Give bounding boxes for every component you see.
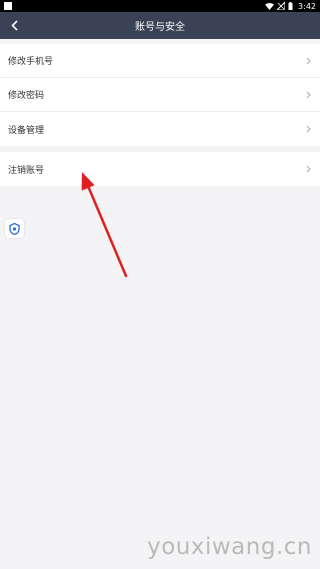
floating-security-button[interactable]: [5, 219, 24, 238]
signal-icon: [277, 2, 286, 10]
shield-icon: [9, 222, 20, 235]
change-phone-label: 修改手机号: [8, 57, 54, 67]
watermark: youxiwang.cn: [147, 534, 312, 560]
wifi-icon: [265, 2, 275, 10]
status-time: 3:42: [298, 1, 316, 11]
device-management-item[interactable]: 设备管理: [0, 112, 320, 146]
status-bar: 3:42: [0, 0, 320, 12]
chevron-left-icon: [10, 20, 18, 31]
settings-group-account: 修改手机号 修改密码 设备管理: [0, 44, 320, 146]
battery-icon: [288, 2, 293, 10]
notification-icon: [4, 2, 12, 10]
change-password-label: 修改密码: [8, 91, 45, 101]
nav-bar: 账号与安全: [0, 12, 320, 39]
back-button[interactable]: [6, 12, 22, 39]
status-icons: 3:42: [265, 2, 316, 11]
chevron-right-icon: [306, 91, 311, 99]
chevron-right-icon: [306, 165, 311, 173]
change-password-item[interactable]: 修改密码: [0, 78, 320, 112]
device-management-label: 设备管理: [8, 125, 45, 136]
chevron-right-icon: [306, 125, 311, 133]
settings-group-cancel: 注销账号: [0, 152, 320, 186]
change-phone-item[interactable]: 修改手机号: [0, 44, 320, 78]
chevron-right-icon: [306, 57, 311, 65]
page-title: 账号与安全: [135, 22, 185, 33]
cancel-account-item[interactable]: 注销账号: [0, 152, 320, 186]
cancel-account-label: 注销账号: [8, 165, 45, 176]
